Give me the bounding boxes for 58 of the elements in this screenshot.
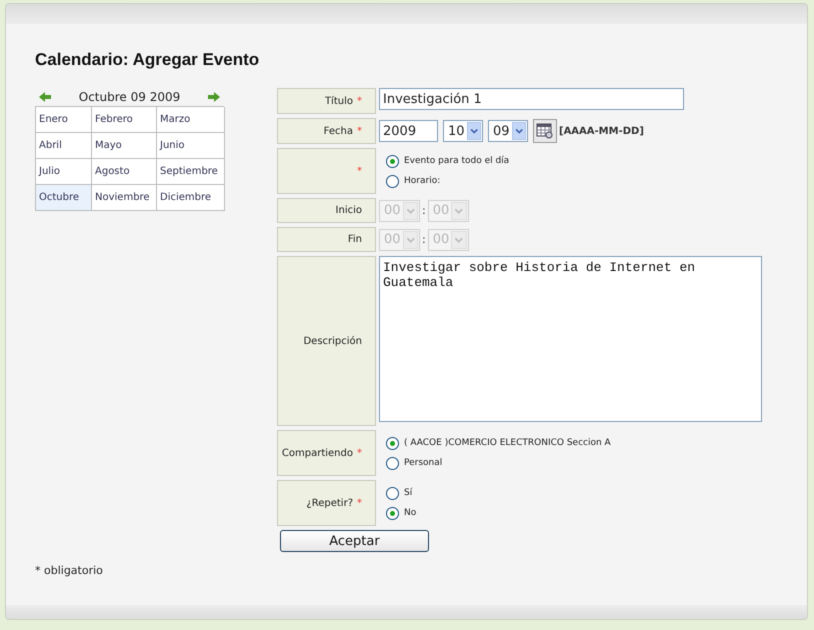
field-label: Compartiendo	[282, 448, 353, 458]
right-arrow-icon[interactable]	[208, 92, 220, 102]
year-input[interactable]: 2009	[379, 120, 438, 142]
month-cell[interactable]: Febrero	[92, 107, 157, 133]
page-title: Calendario: Agregar Evento	[35, 50, 260, 70]
month-cell[interactable]: Enero	[36, 107, 92, 133]
caret-icon	[402, 202, 418, 220]
month-cell[interactable]: Mayo	[92, 133, 157, 159]
radio-button[interactable]	[386, 506, 399, 520]
field-label: Inicio	[336, 205, 362, 216]
caret-icon	[451, 202, 467, 220]
colon-text: :	[422, 233, 426, 246]
month-cell[interactable]: Abril	[36, 133, 92, 159]
select-field[interactable]: 09	[488, 120, 528, 142]
required-footnote: * obligatorio	[35, 564, 104, 577]
month-cell[interactable]: Junio	[157, 133, 225, 159]
required-mark: *	[357, 126, 362, 136]
radio-button[interactable]	[386, 456, 399, 470]
calendar-icon	[536, 123, 554, 139]
radio-label: Horario:	[404, 176, 440, 186]
left-arrow-icon[interactable]	[39, 92, 51, 102]
required-mark: *	[357, 448, 362, 458]
month-cell[interactable]: Octubre	[36, 185, 92, 211]
required-mark: *	[357, 498, 362, 508]
radio-button[interactable]	[386, 154, 399, 168]
radio-label: ( AACOE )COMERCIO ELECTRONICO Seccion A	[404, 438, 611, 448]
month-cell[interactable]: Marzo	[157, 107, 225, 133]
month-cell[interactable]: Julio	[36, 159, 92, 185]
description-textarea[interactable]: Investigar sobre Historia de Internet en Guatemala	[379, 256, 762, 422]
radio-button[interactable]	[386, 436, 399, 450]
colon-text: :	[422, 204, 426, 217]
caret-icon	[402, 230, 418, 248]
calendar-header: Octubre 09 2009	[78, 90, 180, 104]
radio-button[interactable]	[386, 174, 399, 188]
accept-button[interactable]: Aceptar	[280, 530, 429, 552]
radio-label: Evento para todo el día	[404, 156, 510, 166]
radio-label: Personal	[404, 458, 442, 468]
select-field[interactable]: 10	[443, 120, 483, 142]
field-label: Fecha	[324, 126, 353, 136]
field-label: Fin	[348, 234, 362, 245]
caret-icon	[512, 122, 526, 140]
date-format-hint: [AAAA-MM-DD]	[559, 126, 644, 136]
required-mark: *	[357, 166, 362, 176]
month-cell[interactable]: Agosto	[92, 159, 157, 185]
field-label: Descripción	[303, 336, 362, 346]
month-cell[interactable]: Noviembre	[92, 185, 157, 211]
title-input[interactable]: Investigación 1	[379, 88, 684, 110]
caret-icon	[451, 230, 467, 248]
month-cell[interactable]: Septiembre	[157, 159, 225, 185]
radio-button[interactable]	[386, 486, 399, 500]
caret-icon	[466, 122, 481, 140]
radio-label: Sí	[404, 488, 412, 498]
required-mark: *	[357, 96, 362, 106]
calendar-picker-button[interactable]	[533, 119, 557, 143]
field-label: ¿Repetir?	[306, 498, 353, 508]
radio-label: No	[404, 508, 416, 518]
month-cell[interactable]: Diciembre	[157, 185, 225, 211]
field-label: Título	[324, 96, 353, 106]
